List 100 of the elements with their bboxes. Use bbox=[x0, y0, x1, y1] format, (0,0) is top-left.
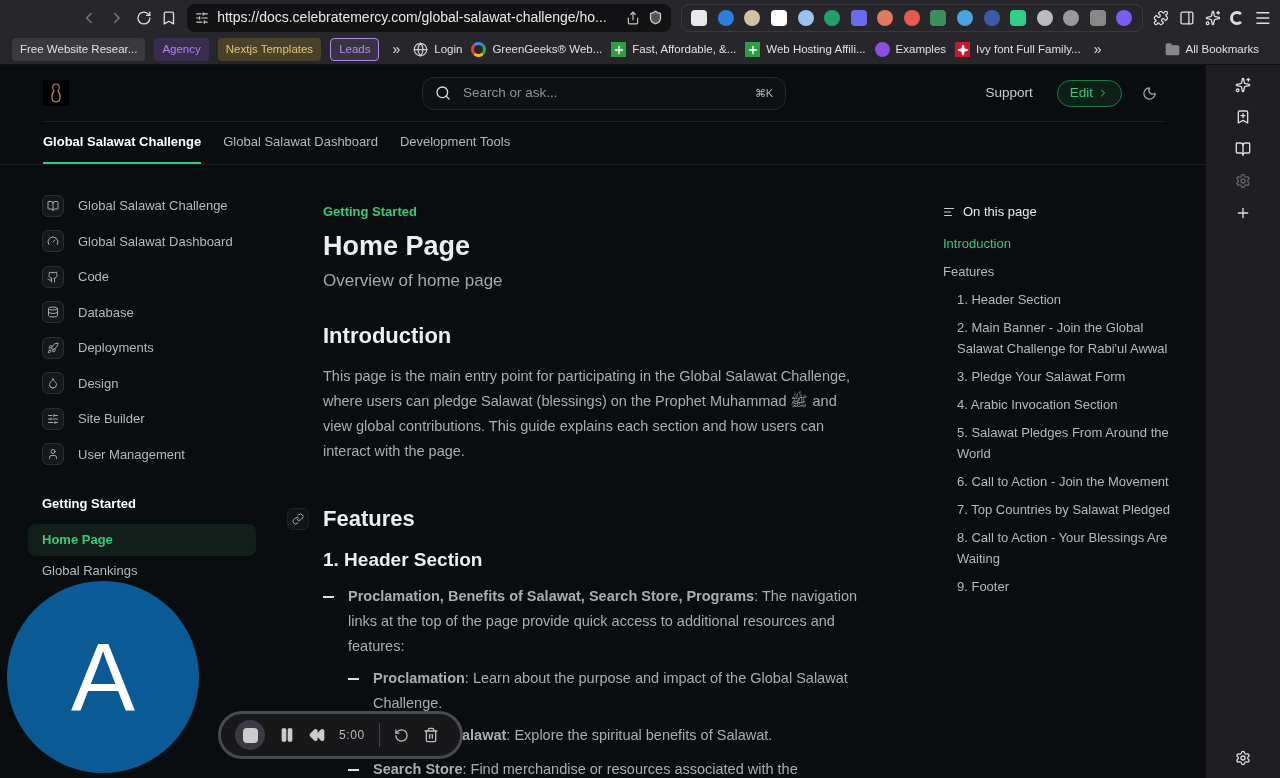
toc-title: On this page bbox=[963, 203, 1037, 222]
bookmark-link[interactable]: Web Hosting Affili... bbox=[745, 40, 866, 59]
stop-button[interactable] bbox=[235, 720, 265, 750]
keyboard-shortcut: ⌘K bbox=[754, 85, 773, 101]
dash-icon bbox=[348, 678, 359, 680]
extension-icon[interactable] bbox=[744, 9, 761, 26]
search-icon bbox=[435, 85, 451, 101]
book-icon[interactable] bbox=[1235, 141, 1251, 157]
share-icon[interactable] bbox=[625, 10, 640, 25]
star-logo-icon bbox=[955, 42, 971, 57]
list-icon bbox=[943, 206, 955, 218]
book-icon bbox=[42, 194, 64, 217]
dash-icon bbox=[323, 596, 334, 598]
avatar-letter: A bbox=[71, 629, 135, 725]
drop-icon bbox=[42, 372, 64, 395]
section-heading: Features bbox=[323, 505, 416, 533]
bookmark-folder-chip[interactable]: Free Website Resear... bbox=[12, 37, 146, 62]
toc-link[interactable]: 2. Main Banner - Join the Global Salawat Challenge for Rabi'ul Awwal bbox=[943, 317, 1183, 359]
toc-link[interactable]: 6. Call to Action - Join the Movement bbox=[943, 471, 1183, 492]
sidebar-item[interactable]: Site Builder bbox=[28, 401, 256, 437]
page-title: Home Page bbox=[323, 230, 472, 263]
toc-link[interactable]: 5. Salawat Pledges From Around the World bbox=[943, 422, 1183, 464]
nav-tab[interactable]: Global Salawat Dashboard bbox=[223, 122, 378, 164]
extension-icon[interactable] bbox=[1036, 9, 1053, 26]
all-bookmarks-button[interactable]: All Bookmarks bbox=[1164, 40, 1259, 59]
toc-link[interactable]: 1. Header Section bbox=[943, 289, 1183, 310]
moon-icon[interactable] bbox=[1142, 85, 1157, 101]
edit-button[interactable]: Edit bbox=[1056, 79, 1122, 107]
bookmark-tag[interactable]: Leads bbox=[330, 37, 380, 62]
toc-link[interactable]: 9. Footer bbox=[943, 576, 1183, 597]
bookmark-link[interactable]: Ivy font Full Family... bbox=[955, 40, 1081, 59]
extension-icon[interactable] bbox=[797, 9, 814, 26]
shield-icon[interactable] bbox=[647, 10, 663, 25]
sidebar-item[interactable]: Code bbox=[28, 259, 256, 295]
extensions-icon[interactable] bbox=[1153, 9, 1169, 26]
toc-link[interactable]: Introduction bbox=[943, 233, 1183, 254]
sparkle-icon[interactable] bbox=[1235, 77, 1251, 93]
search-placeholder: Search or ask... bbox=[463, 83, 559, 102]
folder-icon bbox=[1164, 42, 1180, 57]
extension-icon[interactable] bbox=[770, 9, 787, 26]
list-item-text: alawat: Explore the spiritual benefits of Salawat. bbox=[462, 726, 773, 745]
link-icon[interactable] bbox=[287, 508, 309, 530]
gauge-icon bbox=[42, 230, 64, 253]
more-bookmarks-button[interactable]: » bbox=[388, 39, 405, 60]
sidebar-item[interactable]: User Management bbox=[28, 436, 256, 472]
extension-icon[interactable] bbox=[1010, 9, 1027, 26]
sidebar-item[interactable]: Deployments bbox=[28, 330, 256, 366]
logo[interactable] bbox=[43, 80, 69, 106]
bookmark-link[interactable]: Login bbox=[413, 40, 463, 59]
site-settings-icon[interactable] bbox=[195, 10, 210, 25]
nav-tab[interactable]: Global Salawat Challenge bbox=[43, 122, 202, 164]
google-icon bbox=[471, 42, 487, 57]
bookmark-tag[interactable]: Agency bbox=[154, 37, 209, 62]
rewind-icon[interactable] bbox=[309, 727, 325, 743]
toc-link[interactable]: 8. Call to Action - Your Blessings Are Waiting bbox=[943, 527, 1183, 569]
bookmark-link[interactable]: GreenGeeks® Web... bbox=[471, 40, 603, 59]
page-subtitle: Overview of home page bbox=[323, 270, 504, 292]
toc-link[interactable]: 7. Top Countries by Salawat Pledged bbox=[943, 499, 1183, 520]
section-heading: Introduction bbox=[323, 322, 453, 350]
add-icon[interactable] bbox=[1235, 205, 1251, 221]
bookmark-tag[interactable]: Nextjs Templates bbox=[217, 37, 322, 62]
trash-icon[interactable] bbox=[422, 727, 439, 743]
globe-icon bbox=[413, 42, 429, 57]
list-item-text: Proclamation, Benefits of Salawat, Search Store, Programs: The navigation links at the top of the page provide quick access to additional resources and features: bbox=[348, 587, 859, 656]
plus-icon bbox=[745, 42, 761, 57]
address-bar[interactable]: https://docs.celebratemercy.com/global-salawat-challenge/ho... bbox=[187, 3, 671, 32]
rocket-icon bbox=[42, 336, 64, 359]
toc-link[interactable]: 3. Pledge Your Salawat Form bbox=[943, 366, 1183, 387]
sidebar-heading: Getting Started bbox=[41, 495, 137, 514]
sidebar-toggle-icon[interactable] bbox=[1178, 9, 1195, 26]
support-link[interactable]: Support bbox=[985, 82, 1033, 104]
bookmark-link[interactable]: Fast, Affordable, &... bbox=[611, 40, 737, 59]
sidebar-item[interactable]: Home Page bbox=[28, 524, 256, 556]
sliders-icon bbox=[42, 407, 64, 430]
sidebar-item[interactable]: Global Salawat Challenge bbox=[28, 188, 256, 224]
reload-icon[interactable] bbox=[135, 9, 152, 26]
list-item-text: Search Store: Find merchandise or resources associated with the bbox=[373, 760, 798, 778]
subsection-heading: 1. Header Section bbox=[323, 548, 484, 572]
nav-tab[interactable]: Development Tools bbox=[399, 122, 511, 164]
toc-link[interactable]: 4. Arabic Invocation Section bbox=[943, 394, 1183, 415]
section-label: Getting Started bbox=[323, 203, 418, 221]
sparkle-icon[interactable] bbox=[1204, 9, 1221, 26]
plus-icon bbox=[611, 42, 627, 57]
bookmark-icon[interactable] bbox=[1235, 109, 1251, 125]
restart-icon[interactable] bbox=[393, 727, 409, 743]
more-bookmarks-button[interactable]: » bbox=[1089, 39, 1106, 60]
sidebar-item[interactable]: Global Salawat Dashboard bbox=[28, 223, 256, 259]
extension-icon[interactable] bbox=[691, 9, 708, 26]
bookmark-link[interactable]: Examples bbox=[874, 40, 947, 59]
sidebar-item[interactable]: Design bbox=[28, 365, 256, 401]
dash-icon bbox=[348, 769, 359, 771]
sidebar-item[interactable]: Global Rankings bbox=[28, 559, 256, 583]
user-icon bbox=[42, 443, 64, 466]
url-text: https://docs.celebratemercy.com/global-salawat-challenge/ho... bbox=[217, 8, 608, 27]
search-field[interactable]: Search or ask... ⌘K bbox=[422, 76, 786, 110]
pause-icon[interactable] bbox=[279, 727, 295, 743]
toc-link[interactable]: Features bbox=[943, 261, 1183, 282]
sidebar-item[interactable]: Database bbox=[28, 294, 256, 330]
intro-paragraph: This page is the main entry point for participating in the Global Salawat Challenge, where users can pledge Salawat (blessings) on the Prophet Muhammad ﷺ and view global contributions. This guide explains each section and how users can interact with the page. bbox=[323, 367, 852, 461]
recording-timer: 5:00 bbox=[339, 727, 365, 744]
